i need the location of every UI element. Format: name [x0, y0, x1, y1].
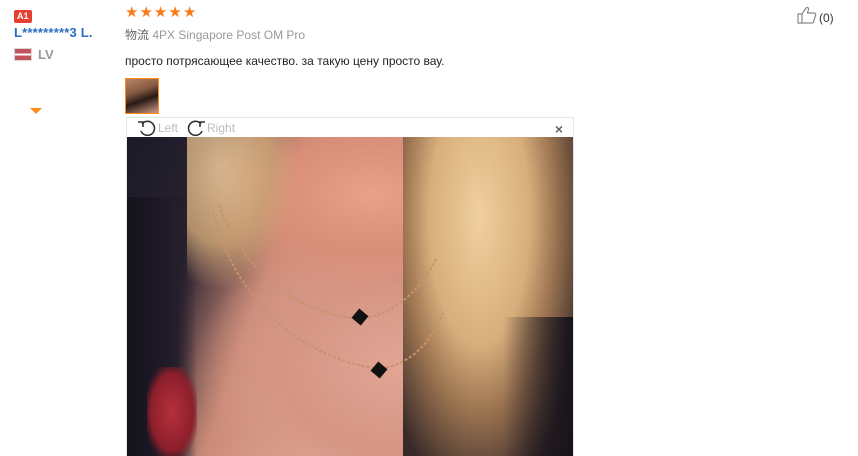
rotate-right-label: Right: [207, 120, 236, 135]
rotate-right-icon: [186, 119, 206, 137]
review-photo: [127, 137, 573, 456]
star-rating: ★ ★ ★ ★ ★: [125, 5, 735, 21]
rotate-left-icon: [137, 119, 157, 137]
shipping-label: 物流: [125, 28, 150, 42]
review-photo-thumbnail[interactable]: [125, 78, 159, 114]
photo-viewer: Left Right ×: [126, 117, 574, 456]
star-icon: ★: [139, 4, 153, 21]
rotate-left-button[interactable]: Left: [137, 119, 178, 137]
reviewer-info: A1 L*********3 L. LV: [14, 6, 120, 62]
star-icon: ★: [153, 4, 168, 21]
viewer-toolbar: Left Right ×: [127, 118, 573, 137]
shipping-method: 4PX Singapore Post OM Pro: [152, 28, 306, 42]
level-badge: A1: [14, 10, 32, 23]
helpful-button[interactable]: (0): [797, 6, 834, 29]
country-code: LV: [38, 47, 54, 62]
star-icon: ★: [125, 4, 139, 21]
review-body: ★ ★ ★ ★ ★ 物流 4PX Singapore Post OM Pro п…: [125, 5, 735, 114]
star-icon: ★: [182, 4, 197, 21]
thumbnail-pointer: [30, 108, 42, 114]
thumbs-up-icon: [797, 6, 817, 29]
reviewer-name: L*********3 L.: [14, 25, 93, 40]
close-icon[interactable]: ×: [555, 121, 563, 137]
shipping-info: 物流 4PX Singapore Post OM Pro: [125, 26, 735, 43]
latvia-flag-icon: [14, 48, 32, 61]
star-icon: ★: [168, 4, 182, 21]
rotate-right-button[interactable]: Right: [186, 119, 235, 137]
review-text: просто потрясающее качество. за такую це…: [125, 54, 445, 68]
helpful-count: (0): [819, 10, 834, 25]
rotate-left-label: Left: [158, 120, 179, 135]
reviewer-country: LV: [14, 47, 120, 62]
